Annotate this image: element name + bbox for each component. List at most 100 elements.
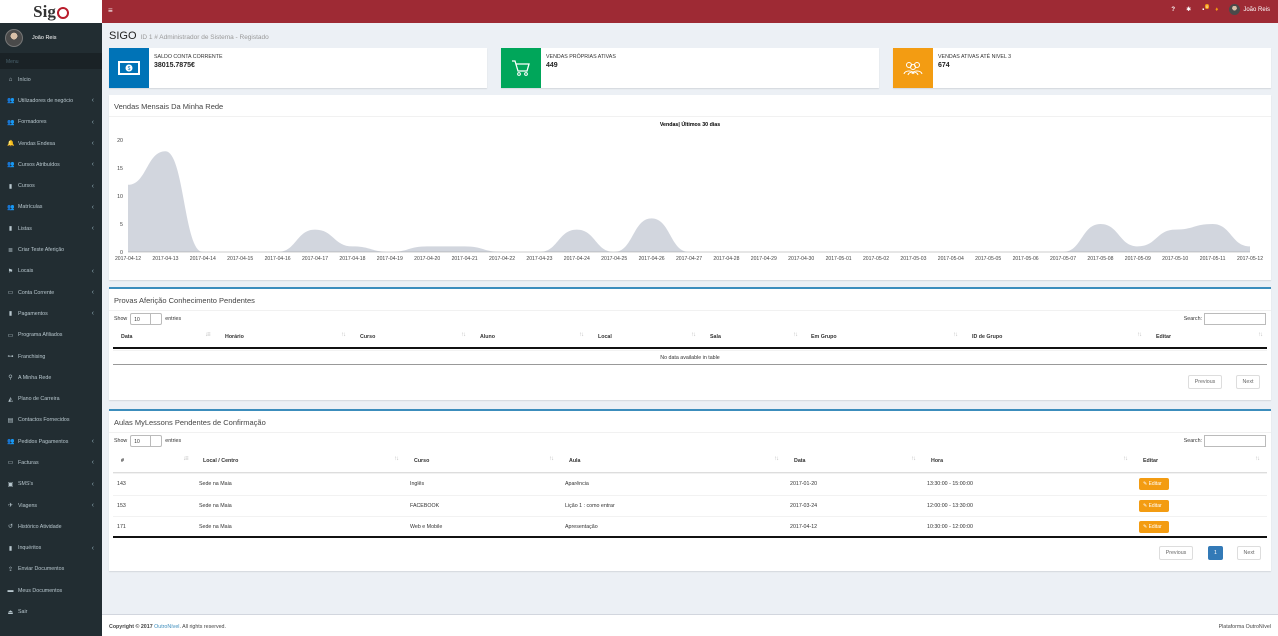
- table-empty-row: No data available in table: [113, 350, 1267, 365]
- search-input[interactable]: [1204, 435, 1266, 447]
- sort-icon[interactable]: ↑↓: [953, 332, 958, 338]
- edit-button[interactable]: ✎ Editar: [1139, 521, 1169, 533]
- sidebar-item-sms-s[interactable]: ▣ SMS's ‹: [0, 474, 102, 495]
- info-box-value: 674: [938, 62, 950, 69]
- column-header[interactable]: Em Grupo: [811, 334, 837, 340]
- gear-icon[interactable]: ✱: [1186, 6, 1191, 13]
- sidebar-item-viagens[interactable]: ✈ Viagens ‹: [0, 495, 102, 516]
- logo[interactable]: Sig: [0, 0, 102, 23]
- previous-button[interactable]: Previous: [1159, 546, 1193, 560]
- credit-card-icon: ▭: [7, 290, 14, 297]
- sales-area-series: [128, 151, 1250, 252]
- column-header[interactable]: Data: [121, 334, 132, 340]
- sidebar-item-facturas[interactable]: ▭ Facturas ‹: [0, 452, 102, 473]
- column-header[interactable]: Curso: [360, 334, 375, 340]
- column-header[interactable]: Data: [794, 458, 805, 464]
- edit-button[interactable]: ✎ Editar: [1139, 499, 1169, 512]
- sidebar-item-label: Utilizadores de negócio: [18, 97, 74, 104]
- money-icon: ▭: [7, 460, 14, 467]
- sidebar-item-label: Enviar Documentos: [18, 566, 65, 573]
- column-header[interactable]: ID de Grupo: [972, 334, 1002, 340]
- user-menu[interactable]: João Reis: [1229, 4, 1270, 15]
- sidebar-item-label: Criar Teste Aferição: [18, 247, 65, 254]
- x-tick-label: 2017-05-01: [826, 256, 852, 262]
- table-cell: 2017-03-24: [790, 502, 818, 509]
- sort-icon[interactable]: ↑↓: [1258, 332, 1263, 338]
- column-header[interactable]: Local / Centro: [203, 458, 238, 464]
- column-header[interactable]: Hora: [931, 458, 943, 464]
- sidebar-item-a-minha-rede[interactable]: ⚲ A Minha Rede: [0, 367, 102, 388]
- sidebar-item-cursos[interactable]: ▮ Cursos ‹: [0, 175, 102, 196]
- sort-icon[interactable]: ↑↓: [793, 332, 798, 338]
- sidebar-item-label: Plano de Carreira: [18, 396, 60, 403]
- page-length-select[interactable]: 10: [130, 435, 163, 447]
- next-button[interactable]: Next: [1236, 375, 1260, 389]
- sidebar-item-enviar-documentos[interactable]: ⇪ Enviar Documentos: [0, 559, 102, 580]
- sidebar-item-cursos-atribuidos[interactable]: 👥 Cursos Atribuídos ‹: [0, 154, 102, 175]
- sort-icon[interactable]: ↑↓: [394, 456, 399, 462]
- column-header[interactable]: Aluno: [480, 334, 495, 340]
- sidebar-item-pagamentos[interactable]: ▮ Pagamentos ‹: [0, 303, 102, 324]
- contacts-icon: ▤: [7, 417, 14, 424]
- sort-icon[interactable]: ↑↓: [461, 332, 466, 338]
- column-header[interactable]: Aula: [569, 458, 580, 464]
- sort-icon[interactable]: ↓≡: [205, 332, 210, 338]
- sidebar-item-label: Conta Corrente: [18, 289, 55, 296]
- table-cell: 171: [117, 524, 126, 530]
- footer-brand-link[interactable]: OutroNível: [154, 624, 179, 630]
- sort-icon[interactable]: ↑↓: [1123, 456, 1128, 462]
- flag-icon[interactable]: ♦: [1215, 7, 1218, 13]
- sidebar-item-utilizadores-de-negocio[interactable]: 👥 Utilizadores de negócio ‹: [0, 90, 102, 111]
- column-header[interactable]: Local: [598, 334, 612, 340]
- sidebar-toggle-icon[interactable]: ≡: [108, 6, 113, 15]
- sidebar-item-sair[interactable]: ⏏ Sair: [0, 601, 102, 622]
- sidebar-item-meus-documentos[interactable]: ▬ Meus Documentos: [0, 580, 102, 601]
- topbar-user-name: João Reis: [1243, 7, 1270, 14]
- x-tick-label: 2017-05-09: [1125, 256, 1151, 262]
- edit-button[interactable]: ✎ Editar: [1139, 478, 1169, 490]
- sort-icon[interactable]: ↓≡: [183, 456, 188, 462]
- sidebar-item-inicio[interactable]: ⌂ Início: [0, 69, 102, 90]
- x-tick-label: 2017-04-26: [639, 256, 665, 262]
- column-header[interactable]: Sala: [710, 334, 721, 340]
- sidebar-item-listas[interactable]: ▮ Listas ‹: [0, 218, 102, 239]
- sort-icon[interactable]: ↑↓: [911, 456, 916, 462]
- sort-icon[interactable]: ↑↓: [1255, 456, 1260, 462]
- sidebar-item-conta-corrente[interactable]: ▭ Conta Corrente ‹: [0, 282, 102, 303]
- sort-icon[interactable]: ↑↓: [691, 332, 696, 338]
- sidebar-item-programa-afiliados[interactable]: ▭ Programa Afiliados: [0, 325, 102, 346]
- sort-icon[interactable]: ↑↓: [774, 456, 779, 462]
- length-control: Show 10 entries: [114, 435, 181, 447]
- column-header[interactable]: Curso: [414, 458, 429, 464]
- sort-icon[interactable]: ↑↓: [341, 332, 346, 338]
- help-icon[interactable]: ?: [1171, 7, 1175, 13]
- column-header[interactable]: Editar: [1156, 334, 1171, 340]
- column-header[interactable]: Editar: [1143, 458, 1158, 464]
- chat-icon[interactable]: ▪ 0: [1202, 3, 1210, 13]
- sort-icon[interactable]: ↑↓: [549, 456, 554, 462]
- sidebar-item-historico-atividade[interactable]: ↺ Histórico Atividade: [0, 516, 102, 537]
- previous-button[interactable]: Previous: [1188, 375, 1222, 389]
- sidebar-item-inqueritos[interactable]: ▮ Inquéritos ‹: [0, 538, 102, 559]
- graduation-icon: ◭: [8, 396, 13, 403]
- sidebar-item-pedidos-pagamentos[interactable]: 👥 Pedidos Pagamentos ‹: [0, 431, 102, 452]
- sidebar-item-formadores[interactable]: 👥 Formadores ‹: [0, 112, 102, 133]
- search-input[interactable]: [1204, 313, 1266, 325]
- x-tick-label: 2017-05-10: [1162, 256, 1188, 262]
- x-tick-label: 2017-04-23: [526, 256, 552, 262]
- sidebar-item-locais[interactable]: ⚑ Locais ‹: [0, 261, 102, 282]
- column-header[interactable]: Horário: [225, 334, 244, 340]
- sidebar-item-contactos-fornecidos[interactable]: ▤ Contactos Fornecidos: [0, 410, 102, 431]
- column-header[interactable]: #: [121, 458, 124, 464]
- sort-icon[interactable]: ↑↓: [579, 332, 584, 338]
- folder-icon: ▬: [7, 587, 14, 594]
- sidebar-item-vendas-endesa[interactable]: 🔔 Vendas Endesa ‹: [0, 133, 102, 154]
- sidebar-item-criar-teste-afericao[interactable]: ≣ Criar Teste Aferição: [0, 239, 102, 260]
- page-1-button[interactable]: 1: [1208, 546, 1223, 560]
- sidebar-item-matriculas[interactable]: 👥 Matrículas ‹: [0, 197, 102, 218]
- page-length-select[interactable]: 10: [130, 313, 163, 325]
- next-button[interactable]: Next: [1237, 546, 1261, 560]
- sidebar-item-franchising[interactable]: ⊶ Franchising: [0, 346, 102, 367]
- sidebar-item-plano-de-carreira[interactable]: ◭ Plano de Carreira: [0, 388, 102, 409]
- sort-icon[interactable]: ↑↓: [1137, 332, 1142, 338]
